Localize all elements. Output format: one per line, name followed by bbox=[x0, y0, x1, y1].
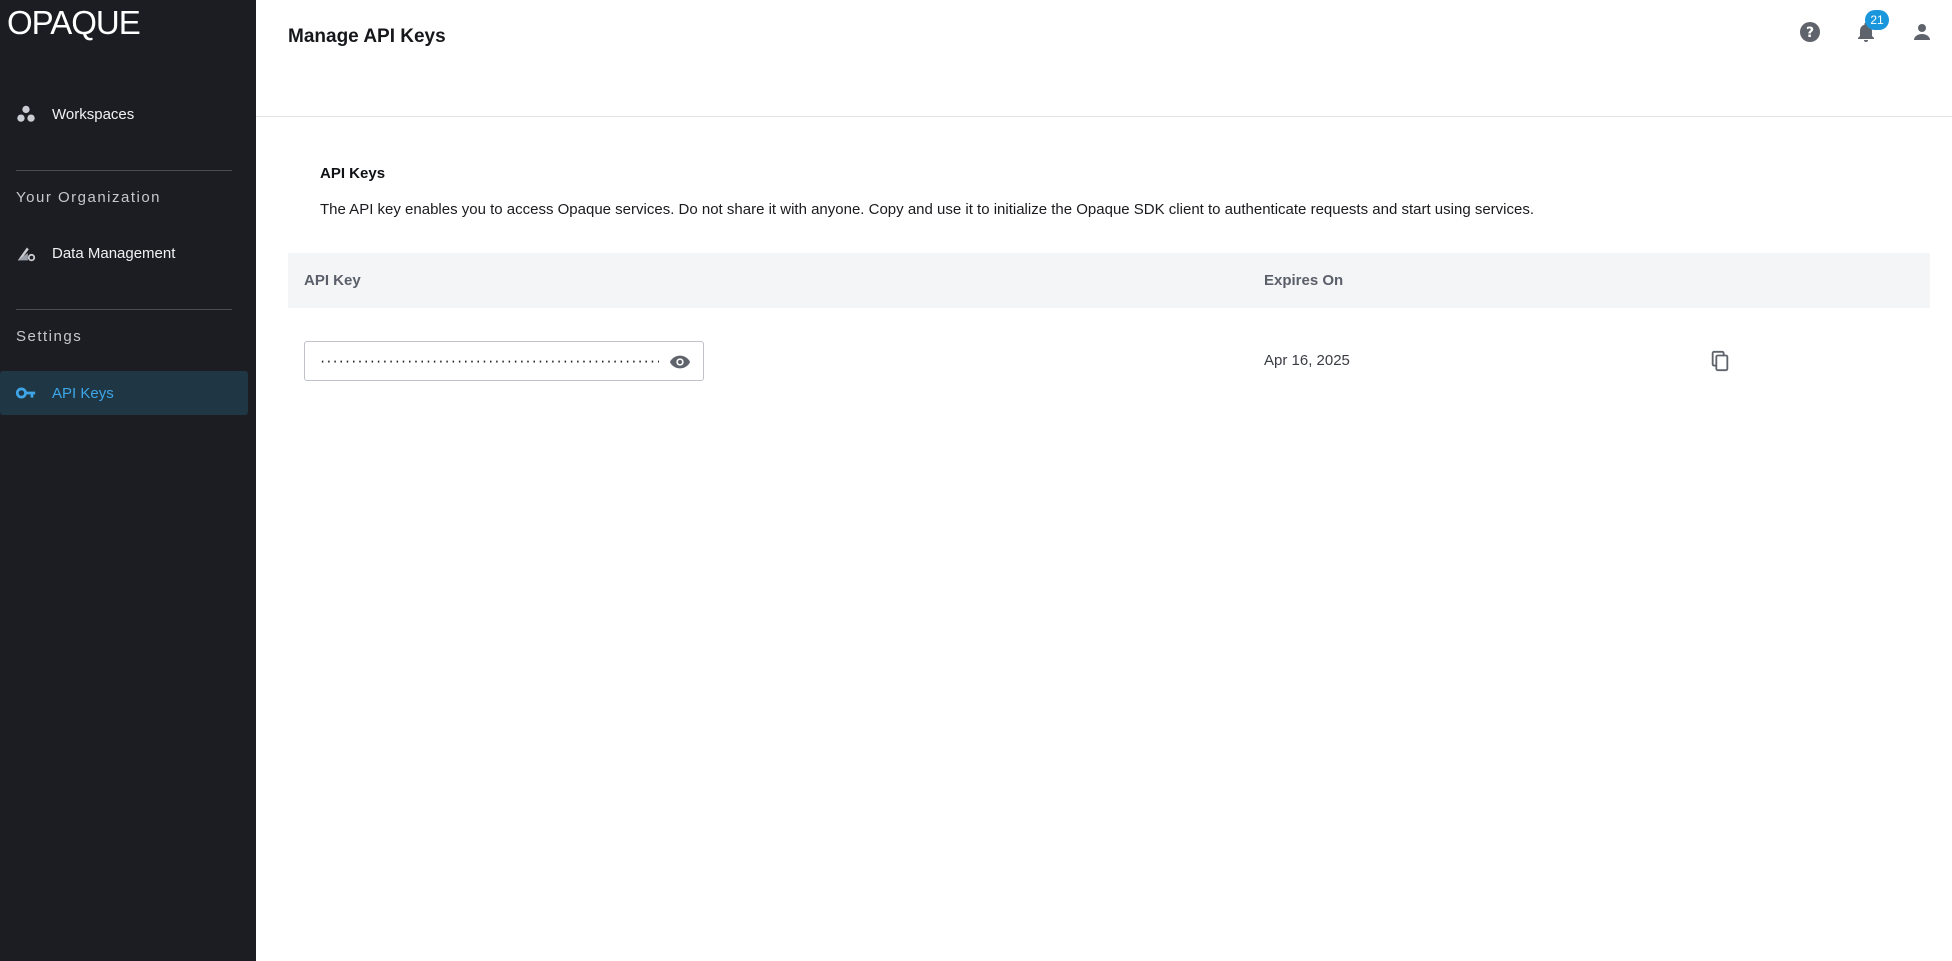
workspaces-icon bbox=[0, 103, 52, 125]
section-title: API Keys bbox=[320, 165, 386, 182]
sidebar-item-label: Data Management bbox=[52, 244, 176, 262]
person-icon[interactable] bbox=[1909, 19, 1935, 45]
copy-icon[interactable] bbox=[1708, 349, 1732, 373]
column-header-expires-on: Expires On bbox=[1264, 272, 1344, 289]
help-icon[interactable]: ? bbox=[1797, 19, 1823, 45]
section-description: The API key enables you to access Opaque… bbox=[320, 201, 1535, 218]
section-label-organization: Your Organization bbox=[16, 189, 162, 206]
sidebar-item-workspaces[interactable]: Workspaces bbox=[0, 92, 248, 136]
table-header: API Key Expires On bbox=[288, 253, 1930, 308]
api-key-field[interactable]: ········································… bbox=[304, 341, 704, 381]
expires-on-value: Apr 16, 2025 bbox=[1264, 352, 1350, 369]
notification-count-badge: 21 bbox=[1865, 10, 1889, 30]
key-icon bbox=[0, 382, 52, 404]
svg-text:?: ? bbox=[1806, 25, 1814, 41]
api-key-masked-value: ········································… bbox=[319, 355, 659, 369]
data-management-icon bbox=[0, 242, 52, 264]
sidebar: OPAQUE Workspaces Your Organization Data… bbox=[0, 0, 256, 961]
sidebar-item-label: API Keys bbox=[52, 384, 114, 402]
sidebar-item-data-management[interactable]: Data Management bbox=[0, 231, 248, 275]
logo[interactable]: OPAQUE bbox=[7, 4, 141, 42]
section-label-settings: Settings bbox=[16, 328, 83, 345]
sidebar-divider bbox=[16, 309, 232, 310]
column-header-api-key: API Key bbox=[304, 272, 361, 289]
eye-icon[interactable] bbox=[669, 351, 691, 373]
sidebar-item-label: Workspaces bbox=[52, 105, 135, 123]
sidebar-item-api-keys[interactable]: API Keys bbox=[0, 371, 248, 415]
top-header: Manage API Keys bbox=[256, 0, 1952, 117]
sidebar-divider bbox=[16, 170, 232, 171]
page-title: Manage API Keys bbox=[288, 26, 446, 47]
